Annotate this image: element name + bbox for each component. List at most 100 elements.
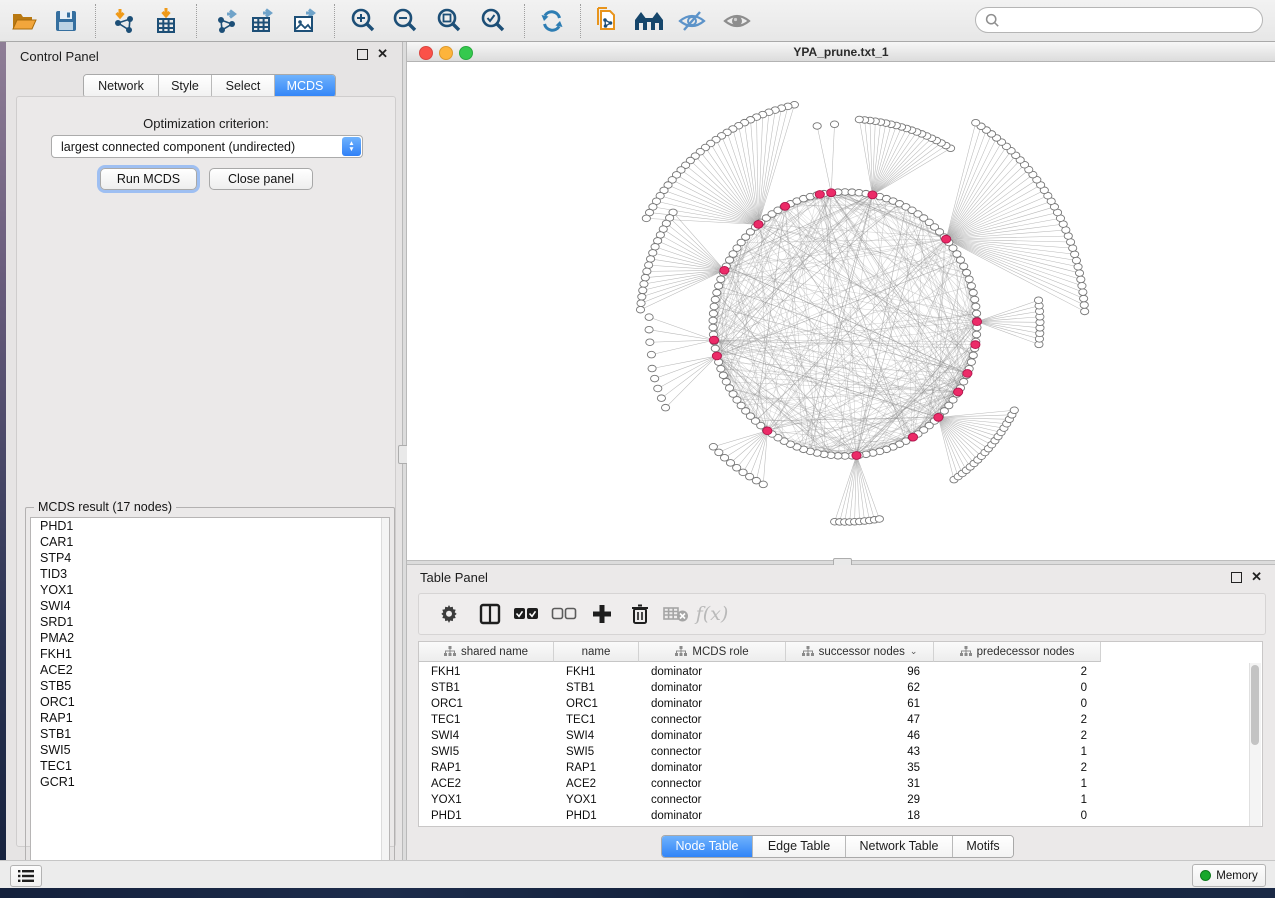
- column-header-MCDS-role[interactable]: MCDS role: [639, 642, 786, 662]
- table-row[interactable]: TEC1TEC1connector472: [419, 712, 1262, 728]
- close-panel-icon[interactable]: ✕: [1251, 571, 1262, 583]
- mcds-result-item[interactable]: PMA2: [31, 630, 389, 646]
- network-node[interactable]: [636, 306, 644, 313]
- table-row[interactable]: SWI5SWI5connector431: [419, 744, 1262, 760]
- network-node[interactable]: [972, 303, 980, 310]
- search-input[interactable]: [975, 7, 1263, 33]
- delete-table-icon[interactable]: [661, 599, 691, 629]
- hide-selected-icon[interactable]: [676, 6, 708, 36]
- node-table[interactable]: shared namenameMCDS rolesuccessor nodes⌄…: [418, 641, 1263, 827]
- network-node[interactable]: [813, 123, 821, 130]
- network-node[interactable]: [1078, 282, 1086, 289]
- network-node[interactable]: [969, 289, 977, 296]
- column-header-predecessor-nodes[interactable]: predecessor nodes: [934, 642, 1101, 662]
- mcds-result-item[interactable]: SWI4: [31, 598, 389, 614]
- network-node[interactable]: [969, 352, 977, 359]
- import-network-icon[interactable]: [108, 6, 140, 36]
- close-window-icon[interactable]: [419, 46, 433, 60]
- zoom-out-icon[interactable]: [390, 6, 422, 36]
- network-node[interactable]: [855, 116, 863, 123]
- network-node[interactable]: [1080, 302, 1088, 309]
- network-node[interactable]: [645, 326, 653, 333]
- network-node[interactable]: [971, 296, 979, 303]
- optimization-criterion-select[interactable]: largest connected component (undirected)…: [51, 135, 363, 158]
- tab-network-table[interactable]: Network Table: [846, 836, 953, 857]
- network-node[interactable]: [645, 314, 653, 321]
- tab-style[interactable]: Style: [159, 75, 212, 97]
- network-node-selected[interactable]: [963, 370, 972, 378]
- close-panel-icon[interactable]: ✕: [377, 48, 388, 60]
- float-panel-icon[interactable]: [1231, 572, 1242, 583]
- network-node-selected[interactable]: [971, 341, 980, 349]
- float-panel-icon[interactable]: [357, 49, 368, 60]
- function-builder-icon[interactable]: f(x): [697, 599, 727, 629]
- column-header-successor-nodes[interactable]: successor nodes⌄: [786, 642, 934, 662]
- column-header-name[interactable]: name: [554, 642, 639, 662]
- select-all-icon[interactable]: [511, 599, 541, 629]
- network-node[interactable]: [720, 454, 728, 461]
- network-node[interactable]: [709, 310, 717, 317]
- scrollbar-thumb[interactable]: [1251, 665, 1259, 745]
- tab-select[interactable]: Select: [212, 75, 275, 97]
- mcds-result-item[interactable]: ORC1: [31, 694, 389, 710]
- network-node[interactable]: [710, 303, 718, 310]
- node-table-scrollbar[interactable]: [1249, 663, 1261, 826]
- tab-mcds[interactable]: MCDS: [275, 75, 335, 97]
- network-node[interactable]: [715, 449, 723, 456]
- network-node[interactable]: [725, 257, 733, 264]
- open-file-icon[interactable]: [8, 6, 40, 36]
- mcds-result-item[interactable]: ACE2: [31, 662, 389, 678]
- network-node-selected[interactable]: [754, 220, 763, 228]
- network-node[interactable]: [711, 296, 719, 303]
- network-node[interactable]: [1080, 295, 1088, 302]
- network-node[interactable]: [956, 257, 964, 264]
- clone-network-icon[interactable]: [591, 6, 623, 36]
- mcds-result-item[interactable]: GCR1: [31, 774, 389, 790]
- network-node[interactable]: [646, 339, 654, 346]
- network-node-selected[interactable]: [934, 413, 943, 421]
- show-all-icon[interactable]: [721, 6, 753, 36]
- zoom-fit-icon[interactable]: [434, 6, 466, 36]
- mcds-result-item[interactable]: PHD1: [31, 518, 389, 534]
- network-node-selected[interactable]: [942, 235, 951, 243]
- network-node[interactable]: [967, 359, 975, 366]
- deselect-all-icon[interactable]: [549, 599, 579, 629]
- network-node[interactable]: [1069, 245, 1077, 252]
- network-node-selected[interactable]: [908, 433, 917, 441]
- table-row[interactable]: ACE2ACE2connector311: [419, 776, 1262, 792]
- network-node[interactable]: [717, 276, 725, 283]
- mcds-result-item[interactable]: STB5: [31, 678, 389, 694]
- network-node[interactable]: [972, 310, 980, 317]
- network-node[interactable]: [654, 385, 662, 392]
- network-node-selected[interactable]: [852, 452, 861, 460]
- network-node[interactable]: [647, 351, 655, 358]
- tab-motifs[interactable]: Motifs: [953, 836, 1013, 857]
- network-node[interactable]: [651, 243, 659, 250]
- mcds-result-item[interactable]: SRD1: [31, 614, 389, 630]
- network-node[interactable]: [967, 283, 975, 290]
- network-node[interactable]: [649, 250, 657, 257]
- table-row[interactable]: YOX1YOX1connector291: [419, 792, 1262, 808]
- network-node[interactable]: [638, 293, 646, 300]
- network-window-titlebar[interactable]: YPA_prune.txt_1: [407, 42, 1275, 62]
- mcds-list-scrollbar[interactable]: [381, 518, 389, 874]
- network-node[interactable]: [722, 378, 730, 385]
- network-node[interactable]: [648, 365, 656, 372]
- task-history-button[interactable]: [10, 865, 42, 887]
- tab-network[interactable]: Network: [84, 75, 159, 97]
- add-column-icon[interactable]: [587, 599, 617, 629]
- delete-column-icon[interactable]: [625, 599, 655, 629]
- network-node-selected[interactable]: [954, 388, 963, 396]
- network-node[interactable]: [963, 269, 971, 276]
- network-node[interactable]: [759, 481, 767, 488]
- network-node[interactable]: [960, 378, 968, 385]
- network-node[interactable]: [972, 119, 980, 126]
- network-node[interactable]: [713, 289, 721, 296]
- mcds-result-item[interactable]: FKH1: [31, 646, 389, 662]
- mcds-result-item[interactable]: RAP1: [31, 710, 389, 726]
- network-node[interactable]: [1075, 270, 1083, 277]
- network-node[interactable]: [953, 251, 961, 258]
- network-node[interactable]: [725, 385, 733, 392]
- table-row[interactable]: FKH1FKH1dominator962: [419, 664, 1262, 680]
- network-node[interactable]: [661, 404, 669, 411]
